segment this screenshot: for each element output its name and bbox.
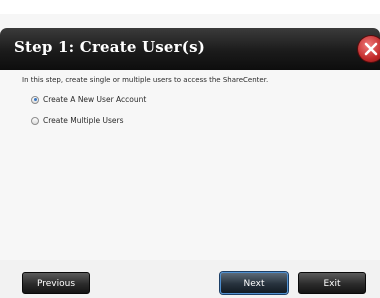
next-button[interactable]: Next (220, 272, 288, 294)
create-user-dialog: Step 1: Create User(s) In this step, cre… (0, 0, 380, 298)
option-label: Create A New User Account (43, 95, 147, 104)
option-label: Create Multiple Users (43, 116, 124, 125)
previous-button[interactable]: Previous (22, 272, 90, 294)
exit-button[interactable]: Exit (298, 272, 366, 294)
dialog-title: Step 1: Create User(s) (14, 38, 206, 56)
option-multiple-users[interactable]: Create Multiple Users (31, 116, 123, 125)
close-icon[interactable] (358, 36, 380, 62)
intro-text: In this step, create single or multiple … (22, 76, 269, 84)
radio-multiple-users[interactable] (31, 116, 39, 125)
close-x-glyph (364, 42, 378, 56)
option-new-user-account[interactable]: Create A New User Account (31, 95, 146, 104)
radio-new-user-account[interactable] (31, 95, 39, 104)
